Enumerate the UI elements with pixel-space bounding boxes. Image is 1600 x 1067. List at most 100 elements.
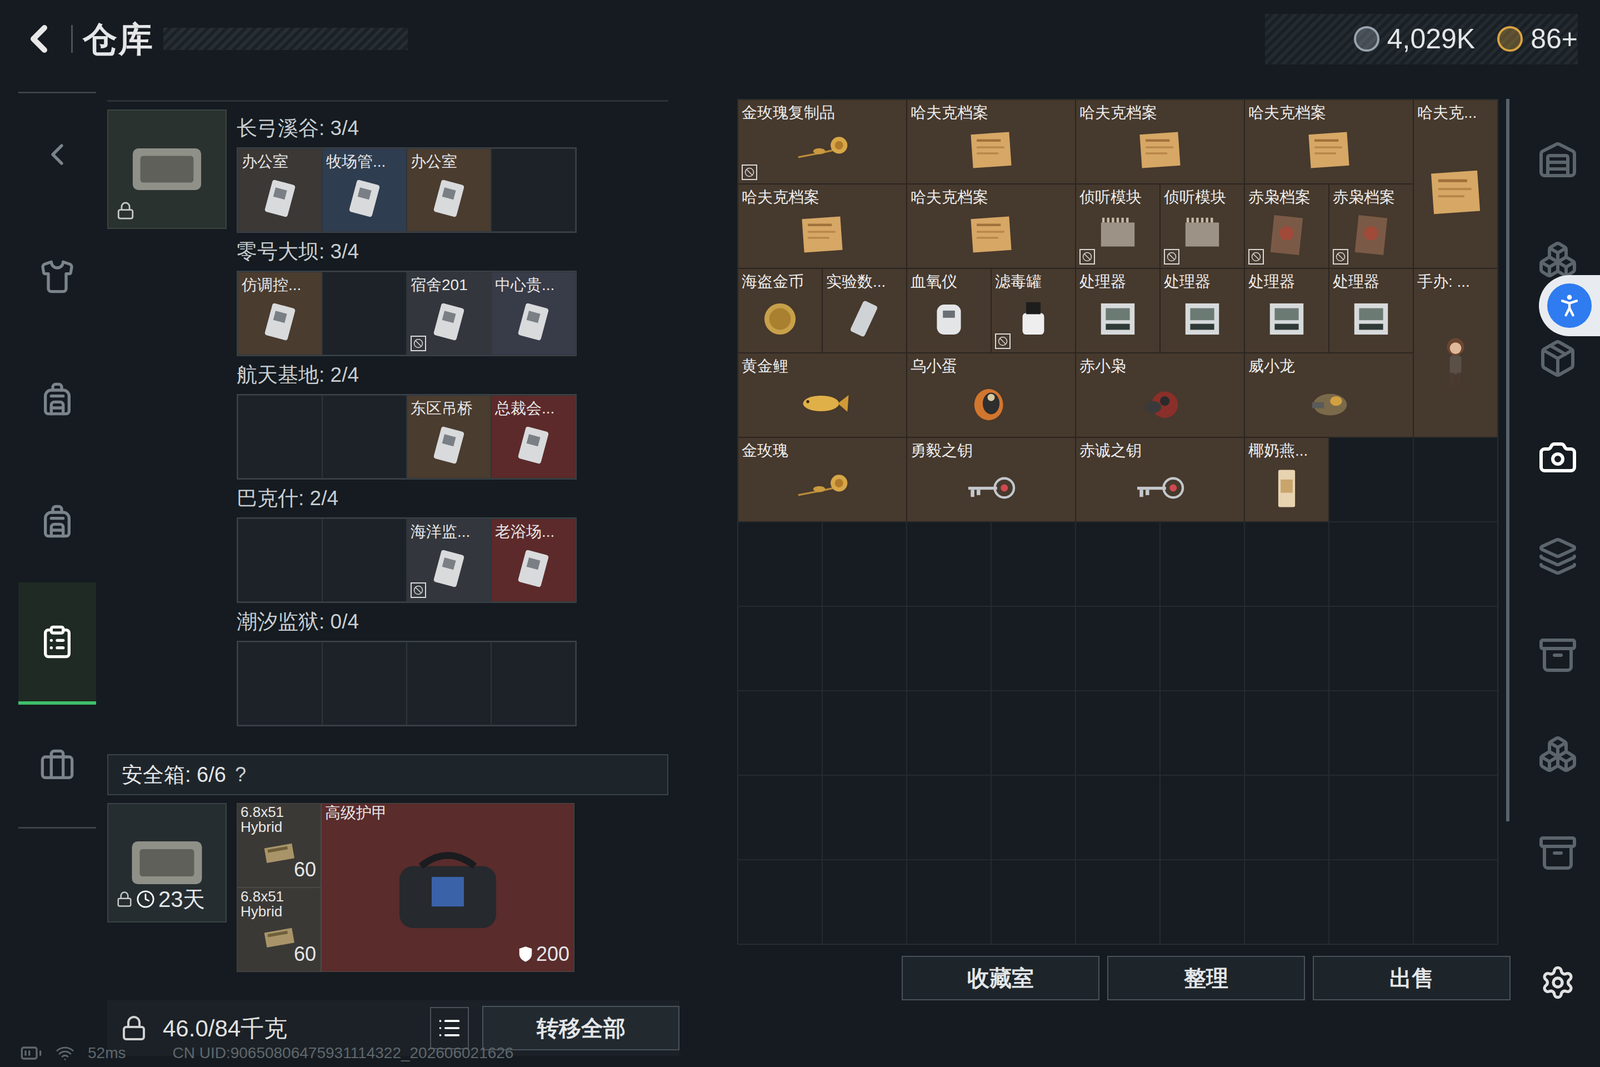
list-button[interactable] — [430, 1006, 469, 1049]
key-slot[interactable] — [322, 395, 407, 479]
stash-item[interactable]: 实验数... — [822, 268, 907, 353]
key-slot[interactable] — [237, 518, 323, 602]
empty-cell[interactable] — [1328, 606, 1414, 691]
stash-button[interactable]: 整理 — [1107, 955, 1305, 1000]
empty-cell[interactable] — [1413, 859, 1498, 944]
nav-item[interactable] — [18, 337, 97, 460]
empty-cell[interactable] — [1160, 521, 1245, 607]
empty-cell[interactable] — [1328, 690, 1414, 775]
stash-item[interactable]: 侦听模块 — [1075, 183, 1160, 269]
empty-cell[interactable] — [737, 606, 823, 691]
empty-cell[interactable] — [737, 859, 823, 944]
empty-cell[interactable] — [991, 859, 1076, 944]
stash-item[interactable]: 处理器 — [1244, 268, 1329, 353]
safe-item[interactable]: 高级护甲200 — [321, 802, 575, 972]
empty-cell[interactable] — [1244, 775, 1329, 860]
key-slot[interactable] — [491, 641, 576, 725]
nav-item[interactable] — [18, 704, 97, 827]
tool-item[interactable] — [1537, 605, 1578, 705]
stash-item[interactable]: 哈夫克档案 — [1075, 99, 1245, 184]
stash-button[interactable]: 出售 — [1312, 955, 1511, 1000]
stash-item[interactable]: 处理器 — [1328, 268, 1414, 353]
stash-item[interactable]: 哈夫克... — [1413, 99, 1498, 269]
key-slot[interactable] — [237, 641, 323, 725]
key-slot[interactable] — [322, 641, 407, 725]
key-container[interactable] — [107, 109, 227, 229]
stash-item[interactable]: 威小龙 — [1244, 352, 1414, 438]
empty-cell[interactable] — [1160, 775, 1245, 860]
empty-cell[interactable] — [1413, 690, 1498, 775]
empty-cell[interactable] — [822, 859, 907, 944]
key-slot[interactable] — [491, 148, 576, 232]
empty-cell[interactable] — [1075, 521, 1160, 607]
empty-cell[interactable] — [822, 521, 907, 607]
empty-cell[interactable] — [991, 521, 1076, 607]
empty-cell[interactable] — [1244, 859, 1329, 944]
key-slot[interactable] — [406, 641, 492, 725]
settings-button[interactable] — [1540, 964, 1576, 1000]
key-slot[interactable]: 中心贵... — [491, 271, 576, 355]
empty-cell[interactable] — [906, 859, 992, 944]
stash-item[interactable]: 哈夫克档案 — [1244, 99, 1414, 184]
stash-item[interactable]: 哈夫克档案 — [737, 183, 907, 269]
empty-cell[interactable] — [737, 521, 823, 607]
empty-cell[interactable] — [1075, 859, 1160, 944]
tool-item[interactable] — [1537, 506, 1578, 606]
empty-cell[interactable] — [991, 690, 1076, 775]
empty-cell[interactable] — [1075, 606, 1160, 691]
empty-cell[interactable] — [906, 775, 992, 860]
key-slot[interactable] — [322, 518, 407, 602]
empty-cell[interactable] — [1244, 606, 1329, 691]
key-slot[interactable]: 仿调控... — [237, 271, 323, 355]
tool-item[interactable] — [1537, 803, 1578, 903]
stash-item[interactable]: 金玫瑰复制品 — [737, 99, 907, 184]
empty-cell[interactable] — [906, 606, 992, 691]
key-slot[interactable]: 总裁会... — [491, 395, 576, 479]
key-slot[interactable] — [237, 395, 323, 479]
stash-item[interactable]: 哈夫克档案 — [906, 99, 1076, 184]
stash-button[interactable]: 收藏室 — [901, 955, 1100, 1000]
stash-item[interactable]: 海盗金币 — [737, 268, 823, 353]
stash-item[interactable]: 血氧仪 — [906, 268, 992, 353]
empty-cell[interactable] — [1413, 606, 1498, 691]
back-button[interactable] — [16, 16, 62, 62]
stash-item[interactable]: 滤毒罐 — [991, 268, 1076, 353]
empty-cell[interactable] — [1160, 859, 1245, 944]
tool-item[interactable] — [1537, 704, 1578, 804]
transfer-all-button[interactable]: 转移全部 — [482, 1005, 680, 1050]
key-slot[interactable]: 办公室 — [406, 148, 492, 232]
tool-item[interactable] — [1537, 111, 1578, 210]
stash-item[interactable]: 黄金鲤 — [737, 352, 907, 438]
stash-item[interactable]: 勇毅之钥 — [906, 437, 1076, 522]
empty-cell[interactable] — [1328, 437, 1414, 522]
stash-item[interactable]: 手办: ... — [1413, 268, 1498, 438]
nav-item[interactable] — [18, 93, 97, 216]
empty-cell[interactable] — [1244, 521, 1329, 607]
help-badge[interactable]: ? — [235, 759, 247, 790]
stash-item[interactable]: 乌小蛋 — [906, 352, 1076, 438]
stash-item[interactable]: 侦听模块 — [1160, 183, 1245, 269]
key-slot[interactable]: 宿舍201 — [406, 271, 492, 355]
empty-cell[interactable] — [822, 775, 907, 860]
stash-item[interactable]: 处理器 — [1160, 268, 1245, 353]
stash-item[interactable]: 赤诚之钥 — [1075, 437, 1245, 522]
empty-cell[interactable] — [737, 775, 823, 860]
empty-cell[interactable] — [1413, 521, 1498, 607]
nav-item[interactable] — [18, 582, 97, 705]
key-slot[interactable]: 牧场管... — [322, 148, 407, 232]
empty-cell[interactable] — [822, 606, 907, 691]
empty-cell[interactable] — [1244, 690, 1329, 775]
empty-cell[interactable] — [991, 775, 1076, 860]
empty-cell[interactable] — [1075, 775, 1160, 860]
stash-item[interactable]: 赤枭档案 — [1244, 183, 1329, 269]
nav-item[interactable] — [18, 215, 97, 338]
empty-cell[interactable] — [1413, 775, 1498, 860]
key-slot[interactable]: 办公室 — [237, 148, 323, 232]
scrollbar[interactable] — [1506, 98, 1510, 822]
nav-item[interactable] — [18, 460, 97, 583]
tool-item[interactable] — [1537, 407, 1578, 507]
empty-cell[interactable] — [1413, 437, 1498, 522]
empty-cell[interactable] — [991, 606, 1076, 691]
empty-cell[interactable] — [822, 690, 907, 775]
stash-item[interactable]: 赤小枭 — [1075, 352, 1245, 438]
